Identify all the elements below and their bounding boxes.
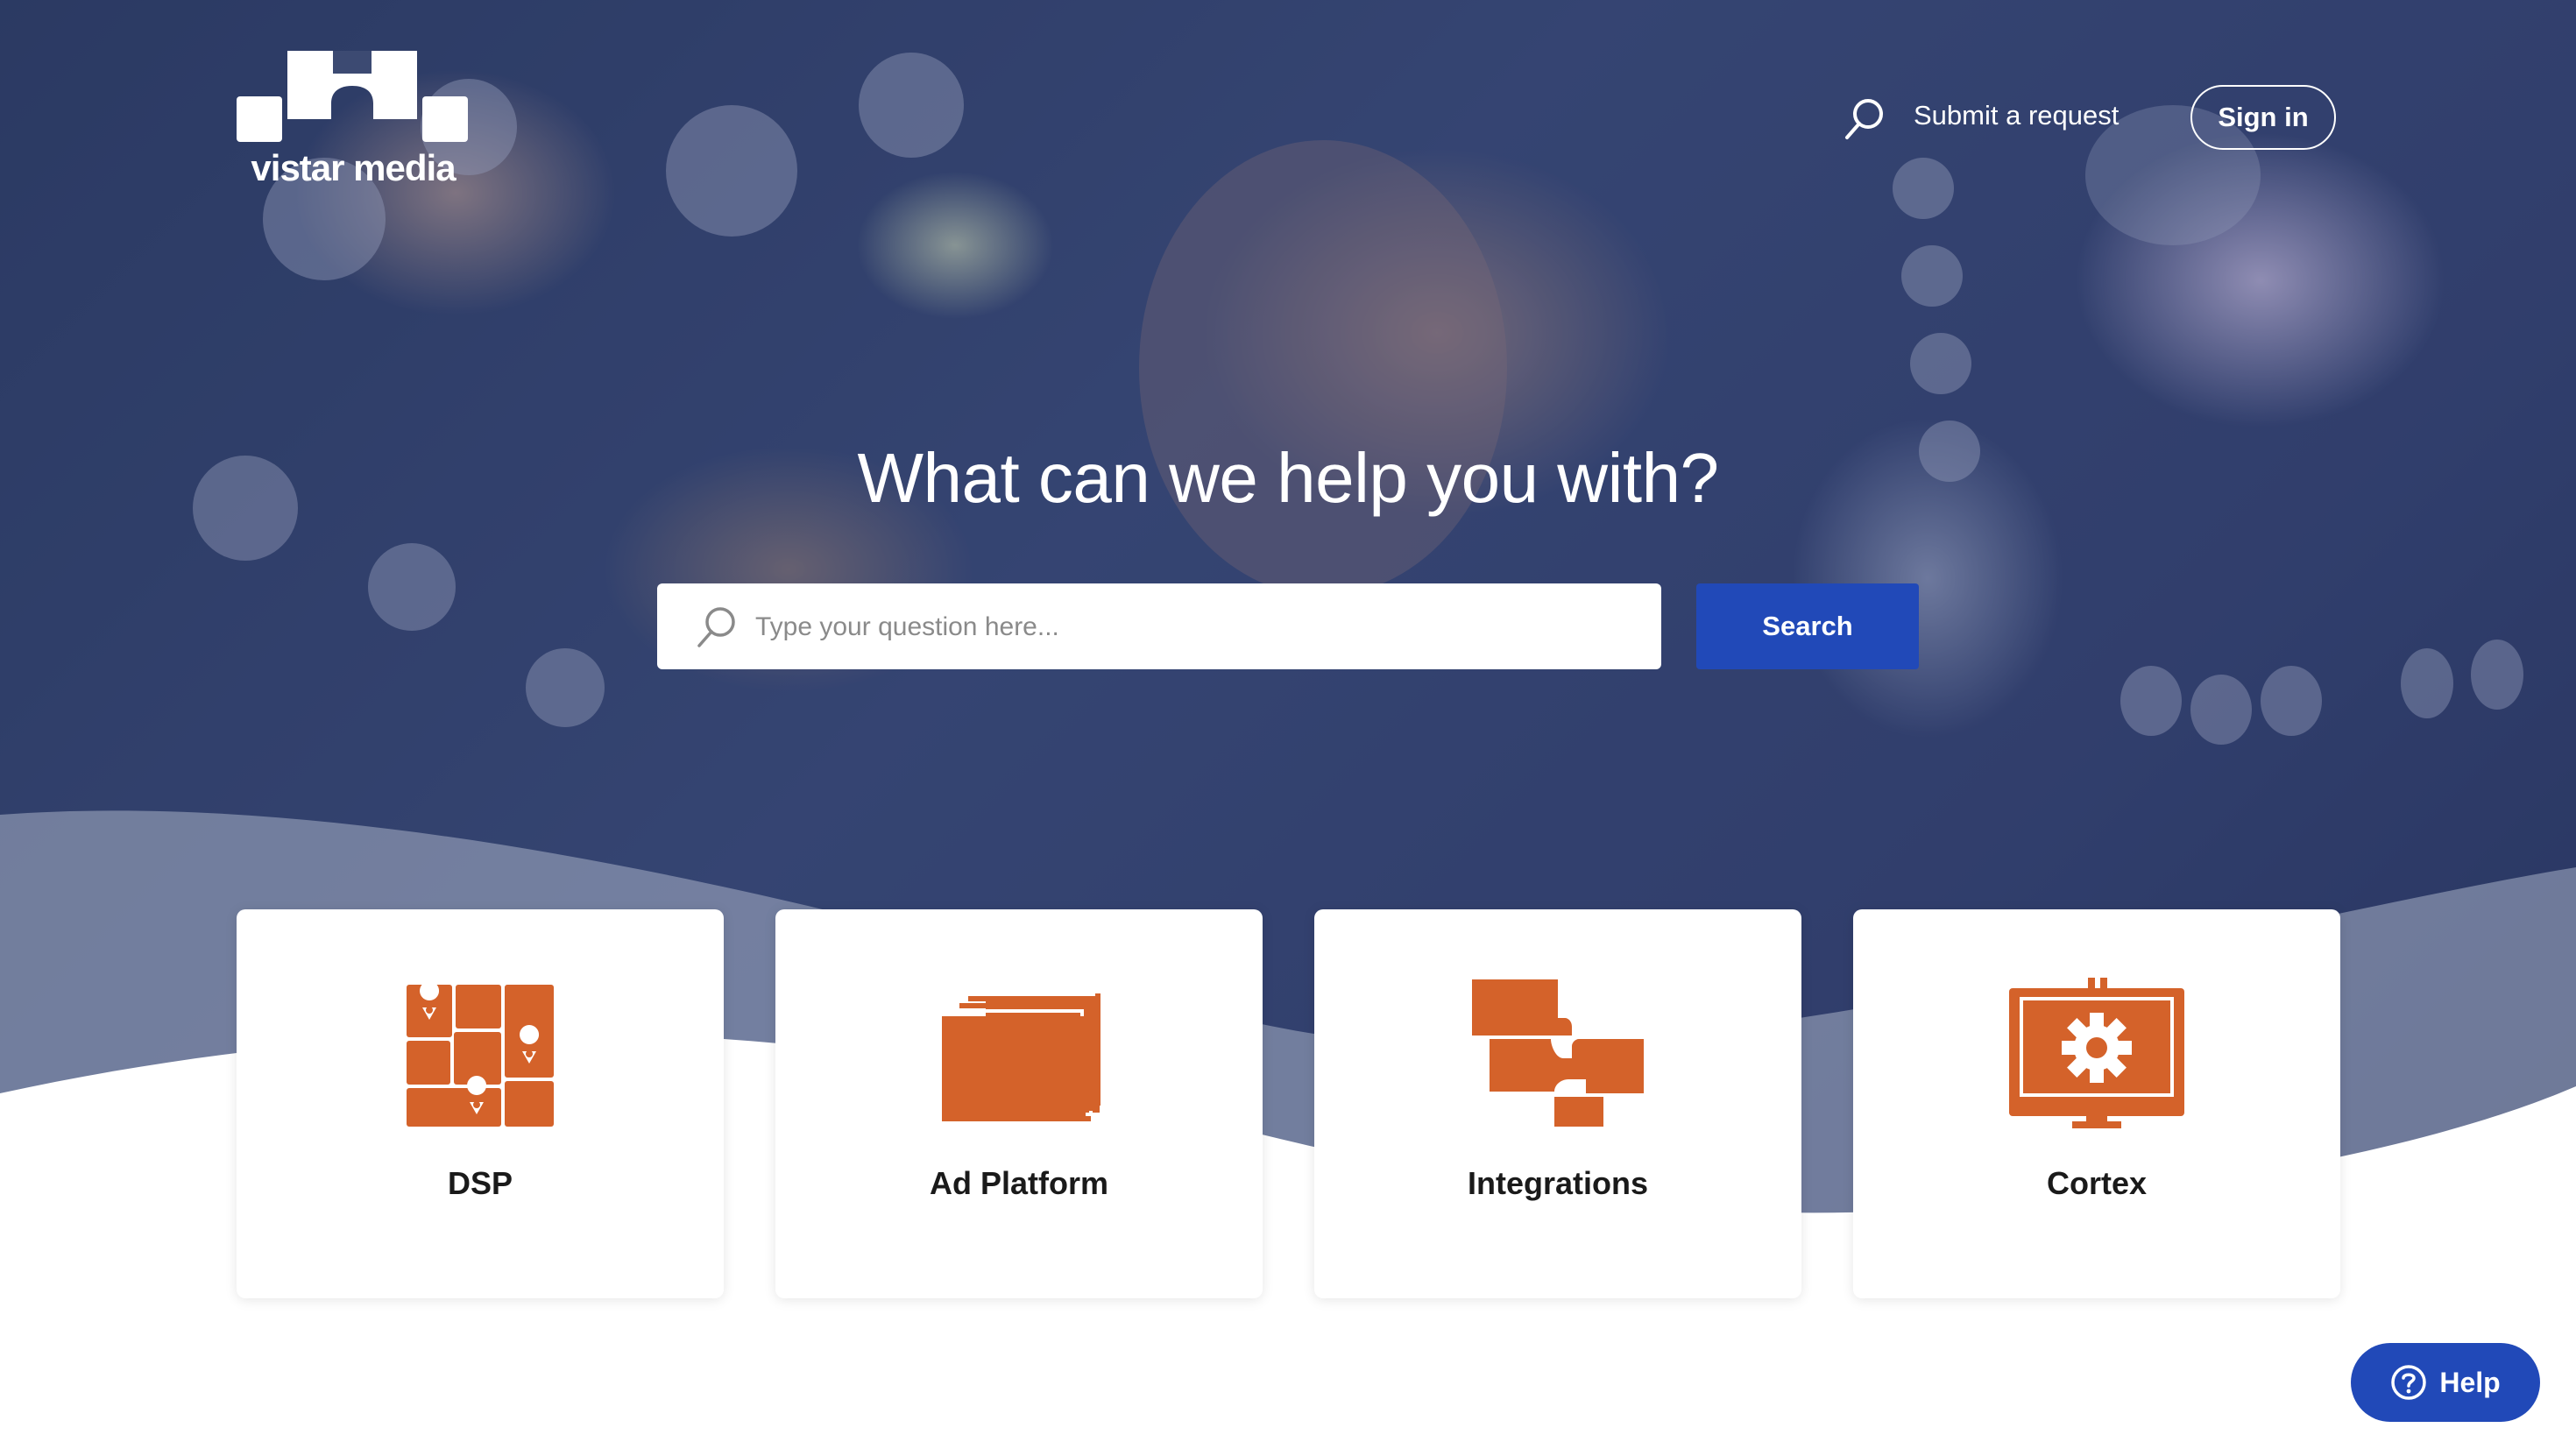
page-title: What can we help you with? [857, 439, 1719, 517]
category-card-ad-platform[interactable]: Ad Platform [775, 909, 1263, 1298]
category-label: Integrations [1467, 1165, 1648, 1201]
search-box [657, 583, 1661, 671]
category-label: Cortex [2046, 1165, 2148, 1201]
category-label: DSP [447, 1165, 513, 1201]
help-label: Help [2439, 1366, 2501, 1398]
stacked-cards-icon [942, 993, 1100, 1121]
search-button[interactable]: Search [1696, 583, 1919, 669]
search-icon[interactable] [1844, 96, 1886, 142]
search-input[interactable] [754, 583, 1642, 671]
submit-request-link[interactable]: Submit a request [1914, 100, 2119, 131]
search-icon [697, 607, 735, 647]
sign-in-button[interactable]: Sign in [2190, 85, 2336, 150]
category-card-dsp[interactable]: DSP [237, 909, 724, 1298]
brand-wordmark: vistar media [251, 147, 456, 188]
category-card-integrations[interactable]: Integrations [1314, 909, 1801, 1298]
question-circle-icon [2391, 1365, 2427, 1400]
help-widget-button[interactable]: Help [2351, 1343, 2540, 1422]
category-label: Ad Platform [929, 1165, 1108, 1201]
map-grid-icon [407, 981, 554, 1127]
integration-blocks-icon [1472, 979, 1644, 1127]
billboard-gear-icon [2009, 978, 2184, 1128]
category-card-cortex[interactable]: Cortex [1853, 909, 2340, 1298]
